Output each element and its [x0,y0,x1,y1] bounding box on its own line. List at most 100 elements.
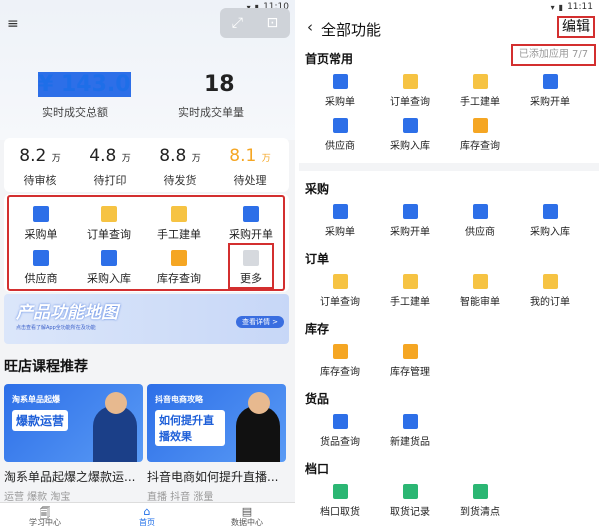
stat-pending-print[interactable]: 4.8 万 待打印 [80,146,140,188]
status-bar: ▾ ▮ 11:11 [299,0,599,14]
stat-label: 待发货 [163,174,197,187]
page-title: 全部功能 [321,21,382,39]
tab-data-center[interactable]: ▤ 数据中心 [212,505,282,528]
purchase-order-icon [33,206,49,222]
search-icon [332,414,348,429]
section-home-common: 首页常用 [305,52,354,66]
stat-value: 4.8 [89,146,117,166]
app-purchase-order[interactable]: 采购单 [305,74,375,108]
nav-bar: ‹ 全部功能 编辑 [299,14,599,42]
shortcut-more[interactable]: 更多 [218,250,284,286]
stat-pending-review[interactable]: 8.2 万 待审核 [10,146,70,188]
scan-icon[interactable]: ⊡ [267,15,279,31]
checklist-icon [472,484,488,499]
section-goods: 货品 [305,392,330,406]
bottom-tab-bar: 🗐 学习中心 ⌂ 首页 ▤ 数据中心 [0,502,295,532]
purchase-billing-icon [542,74,558,89]
shortcut-supplier[interactable]: 供应商 [8,250,74,286]
purchase-billing-icon [243,206,259,222]
app-manual-order[interactable]: 手工建单 [445,74,515,108]
stat-pending-handle[interactable]: 8.1 万 待处理 [220,146,280,188]
app-order-query[interactable]: 订单查询 [375,74,445,108]
shortcut-purchase-billing[interactable]: 采购开单 [218,206,284,242]
app-purchase-inbound[interactable]: 采购入库 [515,204,585,238]
manual-order-icon [402,274,418,289]
stat-label: 待处理 [233,174,267,187]
app-supplier[interactable]: 供应商 [305,118,375,152]
app-manual-order[interactable]: 手工建单 [375,274,445,308]
inbound-icon [542,204,558,219]
app-stock-manage[interactable]: 库存管理 [375,344,445,378]
shortcut-purchase-inbound[interactable]: 采购入库 [76,250,142,286]
back-icon[interactable]: ‹ [307,18,313,36]
app-arrival-check[interactable]: 到货清点 [445,484,515,518]
shortcut-order-query[interactable]: 订单查询 [76,206,142,242]
shortcut-stock-query[interactable]: 库存查询 [146,250,212,286]
app-order-query[interactable]: 订单查询 [305,274,375,308]
menu-icon[interactable]: ≡ [7,16,19,32]
plus-icon [402,414,418,429]
course-title[interactable]: 抖音电商如何提升直播... [147,468,289,485]
app-my-orders[interactable]: 我的订单 [515,274,585,308]
app-stock-query[interactable]: 库存查询 [305,344,375,378]
speaker-image [236,406,280,462]
amount-label: 实时成交总额 [42,106,108,119]
edit-button[interactable]: 编辑 [557,16,595,38]
stat-pending-ship[interactable]: 8.8 万 待发货 [150,146,210,188]
course-card-2[interactable]: 抖音电商攻略 如何提升直播效果 [147,384,286,462]
truck-icon [33,250,49,266]
fullscreen-icon[interactable]: ⤢ [232,15,243,31]
shortcut-purchase-order[interactable]: 采购单 [8,206,74,242]
app-purchase-order[interactable]: 采购单 [305,204,375,238]
course-title[interactable]: 淘系单品起爆之爆款运... [4,468,146,485]
scan-toolbar: ⤢ ⊡ [220,8,290,38]
shortcut-manual-order[interactable]: 手工建单 [146,206,212,242]
app-stall-pickup[interactable]: 档口取货 [305,484,375,518]
grid-icon [243,250,259,266]
course-tags: 运营 爆款 淘宝 [4,492,71,503]
smart-review-icon [472,274,488,289]
battery-icon: ▮ [558,2,564,12]
section-purchase: 采购 [305,182,330,196]
pickup-icon [332,484,348,499]
app-new-goods[interactable]: 新建货品 [375,414,445,448]
all-features-screen: ▾ ▮ 11:11 ‹ 全部功能 编辑 已添加应用 7/7 首页常用 采购单 订… [299,0,599,532]
total-amount: ¥ 143.0 [38,72,131,97]
purchase-billing-icon [402,204,418,219]
home-screen: ▾ ▮ 11:10 ≡ ⤢ ⊡ ¥ 143.0 18 实时成交总额 实时成交单量… [0,0,295,532]
tab-home[interactable]: ⌂ 首页 [112,505,182,528]
speaker-image [93,406,137,462]
feature-map-banner[interactable]: 产品功能地图 点击查看了解App全功能所在及功能 查看详情 > [4,294,289,344]
app-supplier[interactable]: 供应商 [445,204,515,238]
app-purchase-billing[interactable]: 采购开单 [375,204,445,238]
section-stall: 档口 [305,462,330,476]
total-orders: 18 [204,72,235,97]
purchase-order-icon [332,204,348,219]
status-time: 11:11 [567,2,593,12]
stat-value: 8.2 [19,146,47,166]
course-section-title: 旺店课程推荐 [4,359,88,375]
orders-label: 实时成交单量 [178,106,244,119]
home-icon: ⌂ [143,505,151,518]
tab-learning-center[interactable]: 🗐 学习中心 [10,505,80,528]
warehouse-icon [332,344,348,359]
warehouse-icon [171,250,187,266]
warehouse-icon [402,344,418,359]
app-purchase-billing[interactable]: 采购开单 [515,74,585,108]
app-smart-review[interactable]: 智能审单 [445,274,515,308]
app-goods-query[interactable]: 货品查询 [305,414,375,448]
app-stock-query[interactable]: 库存查询 [445,118,515,152]
section-inventory: 库存 [305,322,330,336]
section-orders: 订单 [305,252,330,266]
order-query-icon [332,274,348,289]
truck-icon [332,118,348,133]
app-purchase-inbound[interactable]: 采购入库 [375,118,445,152]
order-query-icon [402,74,418,89]
chart-icon: ▤ [241,505,253,518]
banner-details-button[interactable]: 查看详情 > [236,316,284,328]
course-tags: 直播 抖音 涨量 [147,492,214,503]
course-card-1[interactable]: 淘系单品起爆 爆款运营 [4,384,143,462]
inbound-icon [402,118,418,133]
records-icon [402,484,418,499]
app-pickup-records[interactable]: 取货记录 [375,484,445,518]
